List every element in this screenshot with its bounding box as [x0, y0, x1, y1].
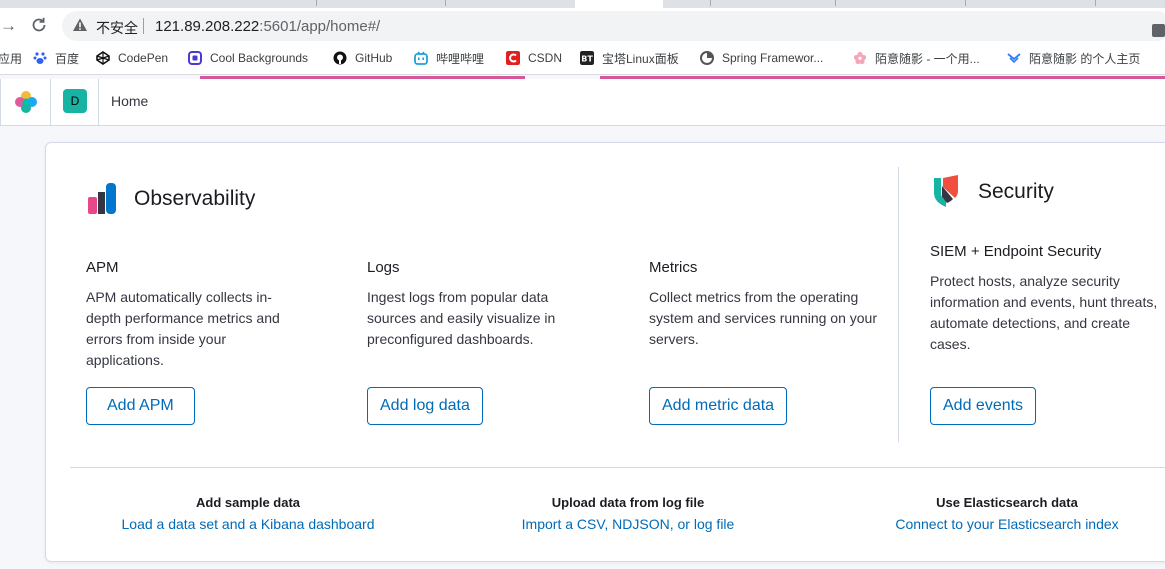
elastic-logo-icon[interactable]	[14, 90, 38, 114]
metrics-card-title: Metrics	[649, 259, 698, 276]
observability-logo-icon	[88, 183, 116, 214]
omnibox-divider	[143, 18, 144, 34]
bookmark-label: 宝塔Linux面板	[602, 51, 679, 66]
bookmark-bilibili[interactable]: 哔哩哔哩	[414, 44, 484, 72]
url-host: 121.89.208.222	[155, 18, 260, 35]
add-metric-data-button[interactable]: Add metric data	[649, 387, 788, 425]
load-sample-data-link[interactable]: Load a data set and a Kibana dashboard	[83, 516, 413, 532]
reload-icon[interactable]	[30, 16, 48, 39]
add-log-data-button[interactable]: Add log data	[367, 387, 483, 425]
bookmark-label: GitHub	[355, 51, 393, 65]
add-sample-data: Add sample data Load a data set and a Ki…	[83, 495, 413, 532]
add-events-button[interactable]: Add events	[930, 387, 1037, 425]
bookmark-label: 应用	[0, 51, 23, 66]
tab-separator	[965, 0, 966, 6]
browser-tab-strip	[0, 0, 1165, 8]
warning-icon[interactable]	[72, 17, 88, 33]
codepen-icon	[96, 51, 110, 65]
active-tab[interactable]	[575, 0, 663, 8]
footer-divider	[70, 467, 1165, 468]
solutions-panel: Observability APM APM automatically coll…	[45, 142, 1165, 562]
space-avatar[interactable]: D	[63, 89, 87, 113]
bookmark-github[interactable]: GitHub	[333, 44, 392, 72]
header-divider	[98, 79, 99, 125]
tab-separator	[710, 0, 711, 6]
tab-separator	[445, 0, 446, 6]
bookmarks-bar: 应用 百度 CodePen Cool Backgrounds GitHub 哔哩…	[0, 44, 1165, 75]
footer-title: Upload data from log file	[551, 495, 705, 510]
header-divider	[0, 79, 1, 125]
extension-icon[interactable]	[1152, 24, 1165, 37]
tab-separator	[1095, 0, 1096, 6]
bookmark-label: Spring Framewor...	[722, 51, 824, 65]
header-divider	[50, 79, 51, 125]
footer-title: Add sample data	[195, 495, 301, 510]
import-file-link[interactable]: Import a CSV, NDJSON, or log file	[463, 516, 793, 532]
bilibili-icon	[414, 51, 428, 65]
section-divider	[898, 167, 899, 442]
csdn-icon	[506, 51, 520, 65]
breadcrumb: Home	[111, 93, 149, 109]
apm-card-description: APM automatically collects in-depth perf…	[86, 289, 280, 368]
url-path: :5601/app/home#/	[259, 18, 381, 35]
upload-log-file: Upload data from log file Import a CSV, …	[463, 495, 793, 532]
bookmark-moyi-1[interactable]: 陌意随影 - 一个用...	[853, 44, 980, 72]
security-label[interactable]: 不安全	[96, 18, 138, 38]
bookmark-codepen[interactable]: CodePen	[96, 44, 168, 72]
url-text[interactable]: 121.89.208.222:5601/app/home#/	[155, 18, 380, 35]
bookmark-label: CodePen	[118, 51, 169, 65]
tab-separator	[316, 0, 317, 6]
forward-icon[interactable]: →	[0, 16, 17, 36]
cool-backgrounds-icon	[188, 51, 202, 65]
browser-toolbar: → 不安全 121.89.208.222:5601/app/home#/	[0, 8, 1165, 44]
security-title: Security	[978, 180, 1054, 203]
bookmark-label: 陌意随影 的个人主页	[1029, 51, 1141, 66]
bt-icon: BT	[580, 51, 594, 65]
siem-card-description: Protect hosts, analyze security informat…	[930, 273, 1158, 352]
github-icon	[333, 51, 347, 65]
bookmark-baidu[interactable]: 百度	[33, 44, 79, 72]
siem-card-title: SIEM + Endpoint Security	[930, 243, 1102, 260]
svg-text:BT: BT	[581, 55, 593, 64]
apm-card-title: APM	[86, 259, 119, 276]
spring-icon	[700, 51, 714, 65]
bookmark-csdn[interactable]: CSDN	[506, 44, 562, 72]
add-apm-button[interactable]: Add APM	[86, 387, 195, 425]
bookmark-apps[interactable]: 应用	[0, 44, 22, 72]
bookmark-label: 陌意随影 - 一个用...	[875, 51, 980, 66]
bookmark-bt-panel[interactable]: BT 宝塔Linux面板	[580, 44, 679, 72]
logs-card-title: Logs	[367, 259, 400, 276]
bookmark-spring[interactable]: Spring Framewor...	[700, 44, 823, 72]
bookmark-cool-backgrounds[interactable]: Cool Backgrounds	[188, 44, 308, 72]
metrics-card-description: Collect metrics from the operating syste…	[649, 289, 877, 347]
bookmark-moyi-2[interactable]: 陌意随影 的个人主页	[1007, 44, 1140, 72]
bookmark-label: 百度	[55, 51, 80, 66]
connect-elasticsearch-link[interactable]: Connect to your Elasticsearch index	[842, 516, 1165, 532]
address-bar[interactable]: 不安全 121.89.208.222:5601/app/home#/	[62, 11, 1165, 41]
bookmark-label: Cool Backgrounds	[210, 51, 309, 65]
observability-title: Observability	[134, 187, 256, 210]
flower-icon	[853, 51, 867, 65]
logs-card-description: Ingest logs from popular data sources an…	[367, 289, 556, 347]
bookmark-label: CSDN	[528, 51, 563, 65]
chevron-icon	[1007, 53, 1021, 64]
use-elasticsearch-data: Use Elasticsearch data Connect to your E…	[842, 495, 1165, 532]
bookmark-label: 哔哩哔哩	[436, 51, 485, 66]
tab-separator	[835, 0, 836, 6]
security-logo-icon	[934, 175, 958, 207]
kibana-header: D Home	[0, 79, 1165, 126]
baidu-icon	[33, 52, 47, 64]
footer-title: Use Elasticsearch data	[936, 495, 1078, 510]
